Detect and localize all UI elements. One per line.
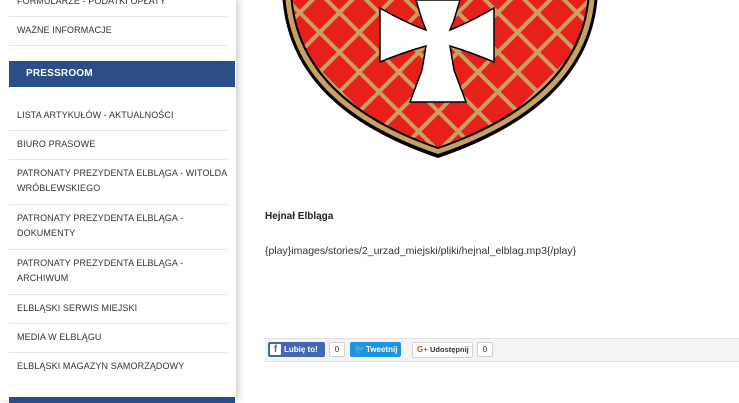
next-section-header xyxy=(9,397,235,403)
sidebar-item-label-line2: DOKUMENTY xyxy=(17,228,76,238)
sidebar-divider xyxy=(9,204,229,205)
sidebar-item-label-line2: ARCHIWUM xyxy=(17,273,69,283)
sidebar-item-label-line2: WRÓBLEWSKIEGO xyxy=(17,183,101,193)
twitter-tweet-button[interactable]: 🐦 Tweetnij xyxy=(350,342,401,357)
pressroom-section-header: PRESSROOM xyxy=(9,61,235,87)
sidebar-item-label: LISTA ARTYKUŁÓW - AKTUALNOŚCI xyxy=(17,110,174,120)
sidebar-item-wazne-informacje[interactable]: WAŻNE INFORMACJE xyxy=(17,23,229,38)
facebook-like-label: Lubię to! xyxy=(284,345,318,354)
sidebar-item-label: PATRONATY PREZYDENTA ELBLĄGA - xyxy=(17,213,184,223)
sidebar-item-label: BIURO PRASOWE xyxy=(17,139,96,149)
sidebar-divider xyxy=(9,323,229,324)
twitter-tweet-label: Tweetnij xyxy=(366,345,398,354)
pressroom-header-label: PRESSROOM xyxy=(26,68,93,79)
sidebar-divider xyxy=(9,249,229,250)
article-title: Hejnał Elbląga xyxy=(265,211,334,222)
facebook-like-count: 0 xyxy=(329,342,345,357)
google-plus-icon: G+ xyxy=(417,345,428,354)
sidebar-item-label: ELBLĄSKI SERWIS MIEJSKI xyxy=(17,303,138,313)
sidebar-item-lista-artykulow[interactable]: LISTA ARTYKUŁÓW - AKTUALNOŚCI xyxy=(17,108,229,123)
sidebar-item-formularze[interactable]: FORMULARZE - PODATKI OPŁATY xyxy=(17,0,229,9)
sidebar-item-magazyn-samorzadowy[interactable]: ELBLĄSKI MAGAZYN SAMORZĄDOWY xyxy=(17,359,229,374)
sidebar-item-label: PATRONATY PREZYDENTA ELBLĄGA - xyxy=(17,258,184,268)
sidebar-divider xyxy=(9,159,229,160)
google-plus-share-label: Udostępnij xyxy=(430,345,469,354)
audio-play-tag: {play}images/stories/2_urzad_miejski/pli… xyxy=(265,245,577,257)
sidebar-divider xyxy=(9,16,229,17)
google-plus-share-count: 0 xyxy=(477,342,493,357)
sidebar-item-patronaty-wroblewskiego[interactable]: PATRONATY PREZYDENTA ELBLĄGA - WITOLDA W… xyxy=(17,166,229,196)
sidebar-item-serwis-miejski[interactable]: ELBLĄSKI SERWIS MIEJSKI xyxy=(17,301,229,316)
sidebar-item-label: MEDIA W ELBLĄGU xyxy=(17,332,102,342)
sidebar-item-media[interactable]: MEDIA W ELBLĄGU xyxy=(17,330,229,345)
sidebar-divider xyxy=(9,352,229,353)
facebook-like-button[interactable]: f Lubię to! xyxy=(268,342,325,357)
elblag-coat-of-arms-image xyxy=(282,0,598,158)
sidebar: FORMULARZE - PODATKI OPŁATY WAŻNE INFORM… xyxy=(0,0,236,403)
twitter-bird-icon: 🐦 xyxy=(354,344,366,354)
social-share-bar: f Lubię to! 0 🐦 Tweetnij G+ Udostępnij 0 xyxy=(265,338,739,362)
sidebar-item-label: PATRONATY PREZYDENTA ELBLĄGA - WITOLDA xyxy=(17,168,228,178)
sidebar-divider xyxy=(9,130,229,131)
sidebar-item-label: ELBLĄSKI MAGAZYN SAMORZĄDOWY xyxy=(17,361,185,371)
sidebar-divider xyxy=(9,294,229,295)
sidebar-item-patronaty-archiwum[interactable]: PATRONATY PREZYDENTA ELBLĄGA - ARCHIWUM xyxy=(17,256,229,286)
google-plus-share-button[interactable]: G+ Udostępnij xyxy=(412,342,473,358)
main-content: Hejnał Elbląga {play}images/stories/2_ur… xyxy=(236,0,739,400)
sidebar-item-biuro-prasowe[interactable]: BIURO PRASOWE xyxy=(17,137,229,152)
sidebar-divider xyxy=(9,45,229,46)
facebook-icon: f xyxy=(270,344,281,355)
sidebar-item-patronaty-dokumenty[interactable]: PATRONATY PREZYDENTA ELBLĄGA - DOKUMENTY xyxy=(17,211,229,241)
